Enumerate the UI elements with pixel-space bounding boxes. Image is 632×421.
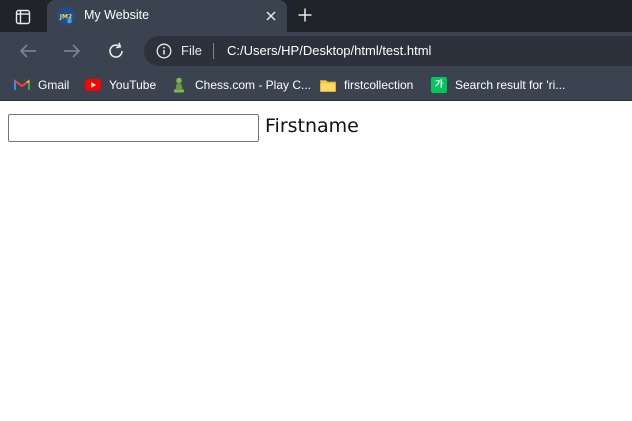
- reload-button[interactable]: [105, 40, 127, 62]
- bookmark-label: Chess.com - Play C...: [195, 78, 312, 92]
- tab-actions-icon: [15, 9, 31, 25]
- url-scheme-label: File: [181, 43, 202, 58]
- browser-toolbar: File C:/Users/HP/Desktop/html/test.html: [0, 32, 632, 69]
- new-tab-button[interactable]: [294, 4, 316, 26]
- tab-actions-button[interactable]: [9, 6, 37, 28]
- bookmark-youtube[interactable]: YouTube: [85, 77, 156, 93]
- youtube-icon: [85, 77, 101, 93]
- folder-icon: [320, 77, 336, 93]
- tab-title: My Website: [84, 8, 150, 22]
- bookmark-folder-firstcollection[interactable]: firstcollection: [320, 77, 413, 93]
- tab-strip: JM2 My Website: [0, 0, 632, 32]
- page-content: Firstname: [0, 102, 632, 421]
- forward-button[interactable]: [61, 40, 83, 62]
- url-text[interactable]: C:/Users/HP/Desktop/html/test.html: [227, 43, 431, 58]
- reload-icon: [109, 42, 123, 58]
- address-separator: [213, 43, 214, 59]
- bookmark-label: YouTube: [109, 78, 157, 92]
- bookmarks-bar: Gmail YouTube Chess.com - Play C... firs…: [0, 69, 632, 101]
- firstname-input[interactable]: [8, 114, 259, 142]
- bookmark-label: Gmail: [38, 78, 70, 92]
- back-arrow-icon: [19, 44, 36, 58]
- naver-icon-text: 가: [434, 80, 444, 90]
- bookmark-search-result[interactable]: 가 Search result for 'ri...: [431, 77, 565, 93]
- firstname-label: Firstname: [265, 115, 359, 137]
- address-bar[interactable]: File C:/Users/HP/Desktop/html/test.html: [144, 36, 632, 66]
- bookmark-label: firstcollection: [344, 78, 414, 92]
- tab-close-button[interactable]: [263, 8, 279, 24]
- naver-dictionary-icon: 가: [431, 77, 447, 93]
- bookmark-gmail[interactable]: Gmail: [14, 77, 69, 93]
- forward-arrow-icon: [64, 44, 81, 58]
- back-button[interactable]: [17, 40, 39, 62]
- gmail-icon: [14, 77, 30, 93]
- active-tab[interactable]: JM2 My Website: [47, 0, 287, 32]
- site-info-icon[interactable]: [156, 43, 172, 59]
- close-icon: [266, 11, 276, 21]
- chess-pawn-icon: [171, 77, 187, 93]
- bookmark-chess[interactable]: Chess.com - Play C...: [171, 77, 311, 93]
- plus-icon: [298, 8, 312, 22]
- site-favicon-icon: JM2: [57, 7, 75, 25]
- bookmark-label: Search result for 'ri...: [455, 78, 566, 92]
